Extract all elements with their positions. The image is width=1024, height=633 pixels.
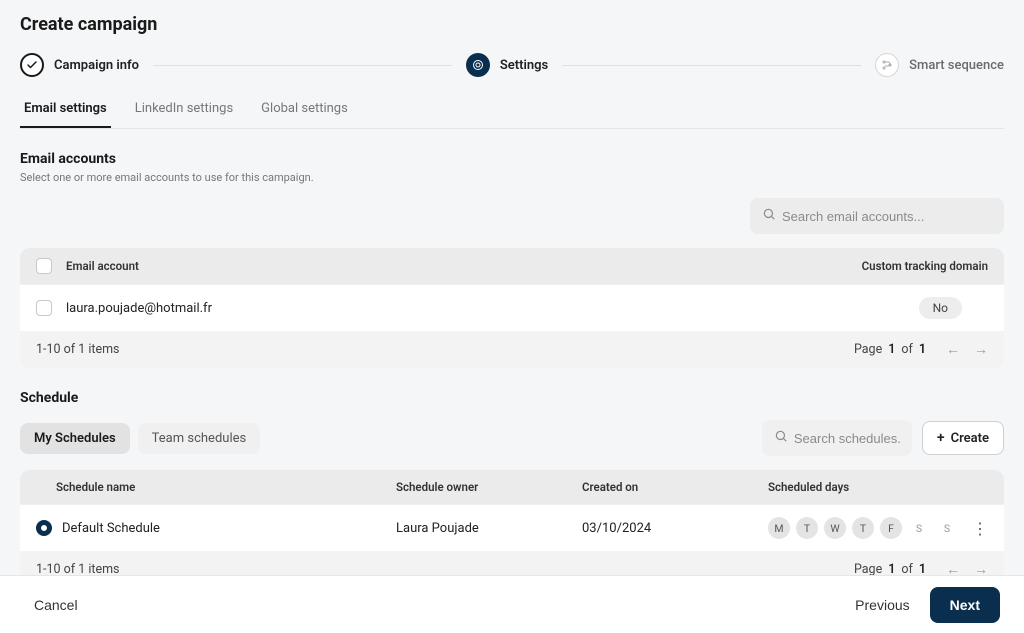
step-divider (153, 65, 452, 66)
previous-button[interactable]: Previous (845, 589, 919, 621)
schedule-table: Schedule name Schedule owner Created on … (20, 470, 1004, 588)
create-schedule-button[interactable]: + Create (922, 421, 1004, 455)
schedule-created: 03/10/2024 (582, 521, 768, 536)
schedule-name: Default Schedule (62, 521, 160, 536)
next-page-icon[interactable]: → (974, 341, 988, 358)
search-input[interactable] (782, 209, 992, 224)
day-chip: F (880, 517, 902, 539)
step-smart-sequence[interactable]: Smart sequence (875, 53, 1004, 77)
seg-team-schedules[interactable]: Team schedules (138, 423, 261, 454)
next-button[interactable]: Next (930, 587, 1000, 623)
col-header-email: Email account (66, 259, 862, 273)
col-header-days: Scheduled days (768, 480, 958, 494)
more-icon[interactable]: ⋮ (972, 519, 988, 538)
scheduled-days: M T W T F S S (768, 517, 958, 539)
domain-badge: No (919, 297, 962, 319)
step-divider (562, 65, 861, 66)
footer-bar: Cancel Previous Next (0, 575, 1024, 633)
step-campaign-info[interactable]: Campaign info (20, 53, 139, 77)
email-accounts-title: Email accounts (20, 151, 1004, 167)
day-chip: T (796, 517, 818, 539)
col-header-created: Created on (582, 480, 768, 494)
create-label: Create (951, 431, 989, 446)
target-icon (466, 53, 490, 77)
select-all-checkbox[interactable] (36, 258, 52, 274)
col-header-owner: Schedule owner (396, 480, 582, 494)
email-cell: laura.poujade@hotmail.fr (66, 301, 919, 316)
page-title: Create campaign (20, 14, 1004, 35)
table-row[interactable]: laura.poujade@hotmail.fr No (20, 284, 1004, 331)
search-input[interactable] (794, 431, 900, 446)
stepper: Campaign info Settings Smart sequence (20, 53, 1004, 77)
tab-email-settings[interactable]: Email settings (20, 95, 111, 128)
col-header-domain: Custom tracking domain (862, 259, 988, 273)
schedule-owner: Laura Poujade (396, 521, 582, 536)
row-checkbox[interactable] (36, 300, 52, 316)
day-chip: W (824, 517, 846, 539)
page-label: Page (854, 342, 882, 357)
table-row[interactable]: Default Schedule Laura Poujade 03/10/202… (20, 504, 1004, 551)
search-icon (774, 429, 788, 447)
row-radio[interactable] (36, 520, 52, 536)
seg-my-schedules[interactable]: My Schedules (20, 423, 130, 454)
settings-tabs: Email settings LinkedIn settings Global … (20, 95, 1004, 129)
day-chip: S (936, 517, 958, 539)
email-accounts-subtitle: Select one or more email accounts to use… (20, 171, 1004, 184)
step-label: Campaign info (54, 58, 139, 73)
check-icon (20, 53, 44, 77)
step-settings[interactable]: Settings (466, 53, 548, 77)
tab-global-settings[interactable]: Global settings (257, 95, 352, 128)
col-header-name: Schedule name (36, 480, 396, 494)
prev-page-icon[interactable]: ← (946, 341, 960, 358)
day-chip: M (768, 517, 790, 539)
email-accounts-table: Email account Custom tracking domain lau… (20, 248, 1004, 368)
cancel-button[interactable]: Cancel (24, 589, 88, 621)
pagination-info: Page 1 of 1 (854, 342, 926, 357)
schedule-title: Schedule (20, 390, 1004, 406)
sequence-icon (875, 53, 899, 77)
day-chip: S (908, 517, 930, 539)
plus-icon: + (937, 430, 945, 446)
search-icon (762, 207, 776, 225)
search-schedules[interactable] (762, 420, 912, 456)
step-label: Smart sequence (909, 58, 1004, 73)
page-of: of (901, 342, 912, 357)
step-label: Settings (500, 58, 548, 73)
pagination-count: 1-10 of 1 items (36, 342, 120, 357)
page-total: 1 (919, 342, 926, 357)
page-current: 1 (888, 342, 895, 357)
tab-linkedin-settings[interactable]: LinkedIn settings (131, 95, 237, 128)
search-email-accounts[interactable] (750, 198, 1004, 234)
day-chip: T (852, 517, 874, 539)
